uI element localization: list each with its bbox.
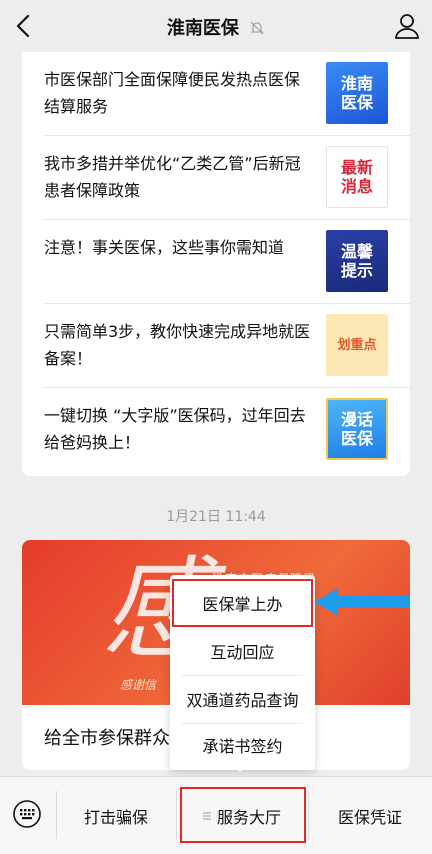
article-title: 注意！事关医保，这些事你需知道 [44, 238, 285, 257]
thumb-text: 医保 [340, 93, 373, 112]
page-title-wrap: 淮南医保 [0, 14, 432, 40]
highlight-box [172, 579, 313, 627]
menu-insurance-certificate[interactable]: 医保凭证 [308, 777, 432, 854]
thumb-text: 医保 [340, 429, 373, 448]
bottom-menu-bar: 打击骗保 服务大厅 医保凭证 [0, 776, 432, 854]
article-item[interactable]: 注意！事关医保，这些事你需知道 温馨 提示 [44, 220, 410, 304]
message-timestamp: 1月21日 11:44 [166, 509, 266, 525]
article-item[interactable]: 我市多措并举优化“乙类乙管”后新冠患者保障政策 最新 消息 [44, 136, 410, 220]
menu-fraud-strike[interactable]: 打击骗保 [56, 777, 176, 854]
thumb-text: 漫话 [340, 410, 373, 429]
article-title: 给全市参保群众 [44, 728, 170, 749]
article-title: 市医保部门全面保障便民发热点医保结算服务 [44, 70, 301, 116]
page-title: 淮南医保 [166, 18, 239, 39]
thumb-text: 温馨 [340, 242, 373, 261]
thumb-text: 提示 [340, 261, 373, 280]
banner-thanks: 感谢信 [120, 678, 157, 692]
arrow-left-icon [314, 588, 410, 616]
keyboard-icon[interactable] [12, 799, 42, 829]
submenu-item-interactive-response[interactable]: 互动回应 [170, 627, 315, 675]
bell-muted-icon [250, 21, 264, 35]
article-thumbnail: 温馨 提示 [326, 230, 388, 292]
thumb-text: 最新 [340, 158, 373, 177]
article-item[interactable]: 只需简单3步，教你快速完成异地就医备案！ 划重点 [44, 304, 410, 388]
article-item[interactable]: 市医保部门全面保障便民发热点医保结算服务 淮南 医保 [44, 52, 410, 136]
article-thumbnail: 最新 消息 [326, 146, 388, 208]
top-nav-bar: 淮南医保 [0, 0, 432, 52]
article-thumbnail: 淮南 医保 [326, 62, 388, 124]
article-list-card: 市医保部门全面保障便民发热点医保结算服务 淮南 医保 我市多措并举优化“乙类乙管”… [22, 52, 410, 476]
thumb-text: 划重点 [337, 337, 377, 353]
article-item[interactable]: 一键切换 “大字版”医保码，过年回去给爸妈换上！ 漫话 医保 [44, 388, 410, 472]
submenu-popup: 医保掌上办 互动回应 双通道药品查询 承诺书签约 [170, 575, 315, 770]
article-thumbnail: 划重点 [326, 314, 388, 376]
submenu-item-drug-query[interactable]: 双通道药品查询 [170, 675, 315, 723]
article-title: 只需简单3步，教你快速完成异地就医备案！ [44, 322, 311, 368]
highlight-box [180, 787, 306, 843]
article-thumbnail: 漫话 医保 [326, 398, 388, 460]
popup-pointer [232, 764, 248, 772]
thumb-text: 淮南 [340, 74, 373, 93]
article-title: 我市多措并举优化“乙类乙管”后新冠患者保障政策 [44, 154, 301, 200]
thumb-text: 消息 [340, 177, 373, 196]
submenu-item-pledge-signing[interactable]: 承诺书签约 [170, 721, 315, 769]
article-title: 一键切换 “大字版”医保码，过年回去给爸妈换上！ [44, 406, 306, 452]
person-icon[interactable] [392, 11, 422, 41]
